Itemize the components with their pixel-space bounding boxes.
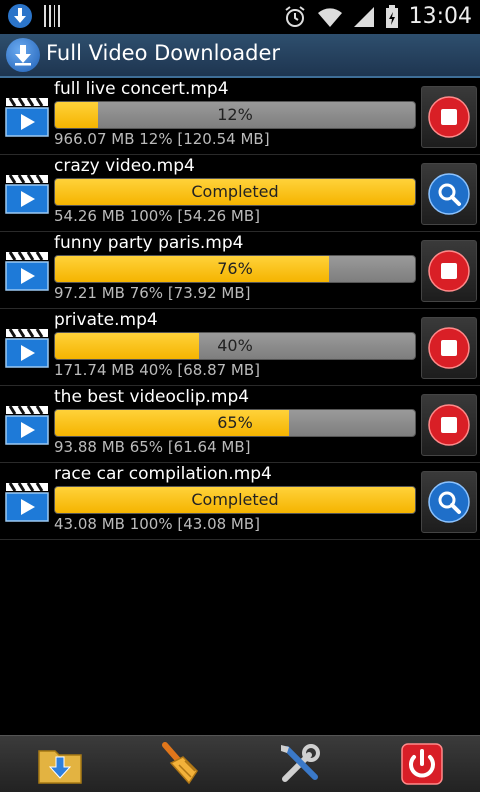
signal-icon (353, 6, 374, 27)
file-name: the best videoclip.mp4 (54, 387, 250, 407)
file-name: funny party paris.mp4 (54, 233, 244, 253)
settings-button[interactable] (276, 740, 324, 788)
broom-icon (162, 742, 198, 785)
stop-icon (428, 404, 470, 446)
video-clapper-icon (5, 174, 49, 214)
file-size-info: 43.08 MB 100% [43.08 MB] (54, 515, 261, 533)
progress-label: 65% (217, 413, 253, 432)
file-size-info: 171.74 MB 40% [68.87 MB] (54, 361, 261, 379)
clock: 13:04 (408, 4, 472, 29)
file-size-info: 54.26 MB 100% [54.26 MB] (54, 207, 261, 225)
app-title: Full Video Downloader (46, 41, 281, 65)
progress-bar: 40% (54, 332, 416, 360)
progress-label: 76% (217, 259, 253, 278)
video-clapper-icon (5, 328, 49, 368)
download-item[interactable]: full live concert.mp4 12% 966.07 MB 12% … (0, 78, 480, 155)
stop-button[interactable] (421, 317, 477, 379)
download-item[interactable]: race car compilation.mp4 Completed 43.08… (0, 463, 480, 540)
exit-button[interactable] (398, 740, 446, 788)
file-size-info: 97.21 MB 76% [73.92 MB] (54, 284, 251, 302)
progress-label: 40% (217, 336, 253, 355)
stop-button[interactable] (421, 240, 477, 302)
download-list: full live concert.mp4 12% 966.07 MB 12% … (0, 78, 480, 540)
download-item[interactable]: the best videoclip.mp4 65% 93.88 MB 65% … (0, 386, 480, 463)
stop-icon (428, 96, 470, 138)
file-name: full live concert.mp4 (54, 79, 229, 99)
download-item[interactable]: crazy video.mp4 Completed 54.26 MB 100% … (0, 155, 480, 232)
bottom-toolbar (0, 735, 480, 792)
search-icon (428, 173, 470, 215)
clear-list-button[interactable] (156, 740, 204, 788)
video-clapper-icon (5, 97, 49, 137)
progress-bar: 76% (54, 255, 416, 283)
tools-icon (281, 744, 320, 782)
video-clapper-icon (5, 482, 49, 522)
wifi-icon (317, 7, 342, 27)
alarm-icon (284, 5, 305, 27)
action-bar: Full Video Downloader (0, 34, 480, 78)
app-logo-icon[interactable] (6, 38, 40, 72)
progress-bar: 12% (54, 101, 416, 129)
search-button[interactable] (421, 163, 477, 225)
progress-label: Completed (191, 490, 279, 509)
status-bar: 13:04 (0, 0, 480, 34)
open-downloads-folder-button[interactable] (36, 740, 84, 788)
video-clapper-icon (5, 251, 49, 291)
file-name: private.mp4 (54, 310, 158, 330)
progress-label: 12% (217, 105, 253, 124)
folder-download-icon (38, 750, 82, 784)
progress-label: Completed (191, 182, 279, 201)
stop-icon (428, 250, 470, 292)
file-size-info: 966.07 MB 12% [120.54 MB] (54, 130, 270, 148)
sd-card-icon (44, 5, 60, 27)
stop-icon (428, 327, 470, 369)
file-name: crazy video.mp4 (54, 156, 195, 176)
video-clapper-icon (5, 405, 49, 445)
battery-icon (385, 4, 398, 28)
search-icon (428, 481, 470, 523)
power-icon (401, 743, 443, 785)
stop-button[interactable] (421, 86, 477, 148)
progress-bar: Completed (54, 486, 416, 514)
progress-bar: 65% (54, 409, 416, 437)
progress-bar: Completed (54, 178, 416, 206)
file-name: race car compilation.mp4 (54, 464, 272, 484)
download-notification-icon (8, 4, 32, 28)
download-item[interactable]: funny party paris.mp4 76% 97.21 MB 76% [… (0, 232, 480, 309)
stop-button[interactable] (421, 394, 477, 456)
search-button[interactable] (421, 471, 477, 533)
download-item[interactable]: private.mp4 40% 171.74 MB 40% [68.87 MB] (0, 309, 480, 386)
file-size-info: 93.88 MB 65% [61.64 MB] (54, 438, 251, 456)
